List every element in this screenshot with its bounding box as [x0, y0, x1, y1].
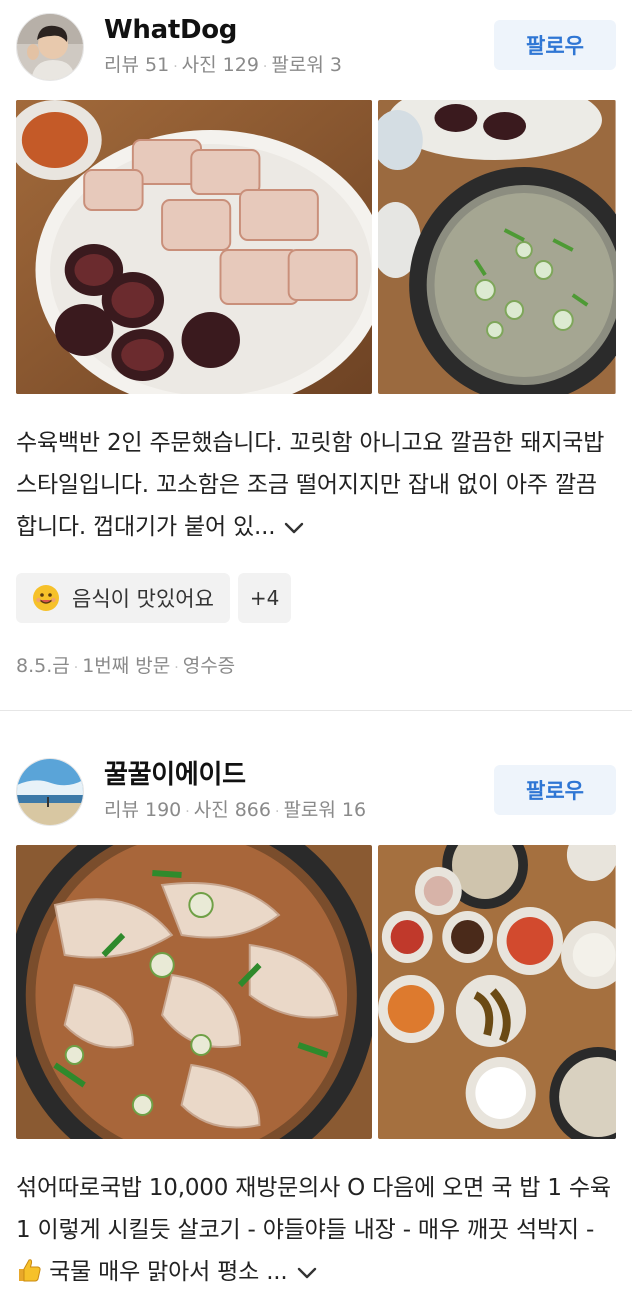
- avatar[interactable]: [16, 758, 84, 826]
- follower-count: 팔로워 16: [283, 799, 367, 821]
- review-count: 리뷰 51: [104, 54, 170, 76]
- follow-button[interactable]: 팔로우: [494, 765, 616, 815]
- visit-date: 8.5.금: [16, 654, 70, 677]
- chevron-down-icon[interactable]: [296, 1252, 318, 1294]
- keyword-tags: 음식이 맛있어요 +4: [16, 572, 616, 623]
- review-body: 수육백반 2인 주문했습니다. 꼬릿함 아니고요 깔끔한 돼지국밥 스타일입니다…: [16, 430, 605, 540]
- more-tags-button[interactable]: +4: [237, 572, 292, 623]
- bossam-platter-photo[interactable]: [16, 100, 373, 394]
- photo-strip[interactable]: [16, 845, 616, 1139]
- avatar[interactable]: [16, 13, 84, 81]
- separator-dot: ·: [73, 659, 79, 676]
- separator-dot: ·: [173, 59, 178, 75]
- clear-soup-photo[interactable]: [378, 100, 616, 394]
- photo-strip[interactable]: [16, 100, 616, 394]
- separator-dot: ·: [262, 59, 268, 75]
- visit-meta: 8.5.금 · 1번째 방문 · 영수증: [16, 651, 616, 678]
- keyword-tag-label: 음식이 맛있어요: [72, 586, 214, 611]
- visit-count: 1번째 방문: [82, 654, 171, 677]
- review-text[interactable]: 수육백반 2인 주문했습니다. 꼬릿함 아니고요 깔끔한 돼지국밥 스타일입니다…: [16, 422, 616, 549]
- review-body: 섞어따로국밥 10,000 재방문의사 O 다음에 오면 국 밥 1 수육1 이…: [16, 1175, 611, 1243]
- review-card: WhatDog 리뷰 51 · 사진 129 · 팔로워 3 팔로우 수육백반 …: [0, 0, 632, 710]
- side-dishes-photo[interactable]: [378, 845, 616, 1139]
- follow-button[interactable]: 팔로우: [494, 20, 616, 70]
- photo-count: 사진 129: [181, 54, 259, 76]
- smiley-emoji-icon: [33, 584, 59, 611]
- chevron-down-icon[interactable]: [283, 507, 305, 549]
- keyword-tag[interactable]: 음식이 맛있어요: [16, 572, 230, 623]
- receipt-label: 영수증: [182, 654, 236, 677]
- pork-soup-photo[interactable]: [16, 845, 373, 1139]
- review-text[interactable]: 섞어따로국밥 10,000 재방문의사 O 다음에 오면 국 밥 1 수육1 이…: [16, 1167, 616, 1294]
- review-count: 리뷰 190: [104, 799, 182, 821]
- separator-dot: ·: [185, 804, 190, 820]
- photo-count: 사진 866: [193, 799, 271, 821]
- follower-count: 팔로워 3: [271, 54, 342, 76]
- review-body-continued: 국물 매우 맑아서 평소 ...: [42, 1259, 288, 1285]
- separator-dot: ·: [174, 659, 179, 676]
- review-card: 꿀꿀이에이드 리뷰 190 · 사진 866 · 팔로워 16 팔로우 섞어따로…: [0, 711, 632, 1294]
- thumbs-up-emoji-icon: [19, 1259, 41, 1282]
- separator-dot: ·: [274, 804, 280, 820]
